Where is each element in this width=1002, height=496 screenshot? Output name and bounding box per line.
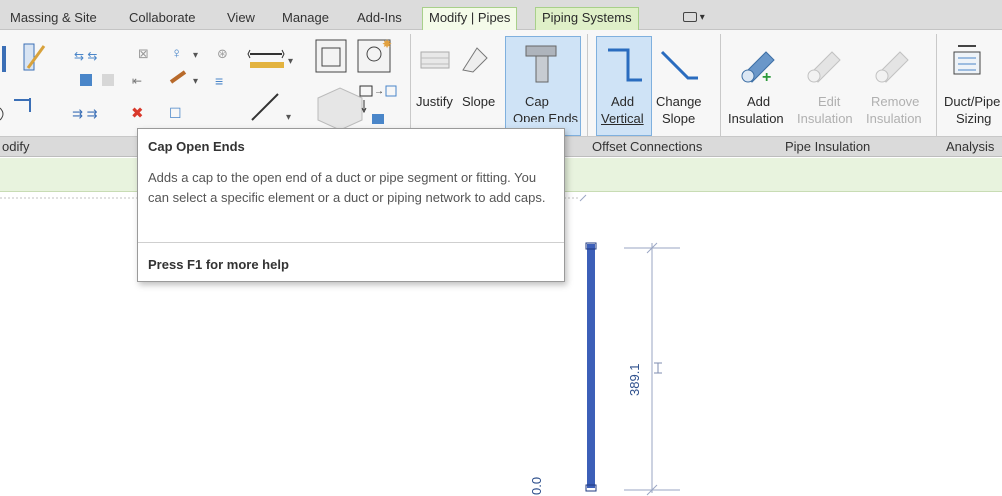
svg-text:+: + bbox=[762, 69, 771, 84]
duct-pipe-sizing-icon[interactable] bbox=[952, 42, 992, 82]
svg-text:▾: ▾ bbox=[193, 76, 198, 87]
svg-text:☐: ☐ bbox=[169, 105, 182, 121]
remove-insulation-label-line2[interactable]: Insulation bbox=[866, 110, 922, 127]
add-insulation-label-line1[interactable]: Add bbox=[747, 93, 770, 110]
tooltip-body: Adds a cap to the open end of a duct or … bbox=[148, 170, 546, 205]
pipe-segment bbox=[587, 244, 595, 488]
duct-sizing-label-line2[interactable]: Sizing bbox=[956, 110, 991, 127]
panel-separator bbox=[587, 34, 588, 154]
change-slope-label-line2[interactable]: Slope bbox=[662, 110, 695, 127]
slope-button[interactable]: Slope bbox=[462, 93, 495, 110]
change-slope-label-line1[interactable]: Change bbox=[656, 93, 702, 110]
add-insulation-icon[interactable]: + bbox=[740, 44, 780, 84]
remove-insulation-label-line1[interactable]: Remove bbox=[871, 93, 919, 110]
svg-text:✸: ✸ bbox=[382, 37, 392, 51]
svg-text:≡: ≡ bbox=[215, 73, 223, 89]
edit-insulation-icon[interactable] bbox=[806, 44, 846, 84]
cap-label-line2: Open Ends bbox=[513, 111, 579, 122]
tooltip-help: Press F1 for more help bbox=[148, 257, 289, 272]
justify-slope-icons[interactable] bbox=[415, 42, 497, 84]
tab-massing-site[interactable]: Massing & Site bbox=[4, 8, 103, 30]
tooltip-divider bbox=[138, 242, 564, 243]
add-insulation-label-line2[interactable]: Insulation bbox=[728, 110, 784, 127]
svg-text:⇉ ⇉: ⇉ ⇉ bbox=[72, 106, 98, 121]
change-slope-icon[interactable] bbox=[658, 44, 702, 88]
svg-text:⇤: ⇤ bbox=[132, 74, 142, 88]
svg-text:⊛: ⊛ bbox=[217, 46, 228, 61]
svg-text:→: → bbox=[374, 86, 384, 97]
justify-button[interactable]: Justify bbox=[416, 93, 453, 110]
svg-text:⇆ ⇆: ⇆ ⇆ bbox=[74, 49, 97, 63]
svg-text:▾: ▾ bbox=[193, 50, 198, 61]
tab-view[interactable]: View bbox=[221, 8, 261, 30]
tab-modify-pipes[interactable]: Modify | Pipes bbox=[422, 7, 518, 30]
panel-separator bbox=[720, 34, 721, 154]
measure-icons[interactable]: ▾ ▾ bbox=[246, 36, 301, 131]
tab-add-ins[interactable]: Add-Ins bbox=[351, 8, 408, 30]
svg-text:⊠: ⊠ bbox=[138, 46, 149, 61]
modify-tools-icons-2[interactable]: ♀ ▾ ⊛ ▾ ≡ ☐ bbox=[165, 38, 245, 128]
svg-text:✖: ✖ bbox=[131, 105, 144, 122]
ribbon-display-toggle-icon[interactable]: ▾ bbox=[683, 12, 709, 26]
elevation-value[interactable]: 0.0 bbox=[529, 477, 544, 495]
cap-label-line1: Cap bbox=[525, 94, 549, 109]
panel-title-pipe-insulation[interactable]: Pipe Insulation bbox=[785, 139, 870, 155]
add-vertical-label-line2: Vertical bbox=[601, 111, 644, 126]
edit-insulation-label-line2[interactable]: Insulation bbox=[797, 110, 853, 127]
tab-manage[interactable]: Manage bbox=[276, 8, 335, 30]
panel-separator bbox=[936, 34, 937, 154]
panel-title-analysis[interactable]: Analysis bbox=[946, 139, 994, 155]
add-vertical-icon bbox=[608, 48, 642, 82]
tab-collaborate[interactable]: Collaborate bbox=[123, 8, 202, 30]
ribbon: ⇆ ⇆ ⊠ ⇤ ⇉ ⇉ ✖ ♀ ▾ ⊛ ▾ ≡ ☐ ▾ ▾ ✸ → Justif… bbox=[0, 30, 1002, 137]
panel-title-modify[interactable]: odify bbox=[2, 139, 29, 155]
tab-piping-systems[interactable]: Piping Systems bbox=[535, 7, 639, 30]
create-view-icons[interactable]: ✸ → bbox=[312, 34, 407, 134]
tooltip-cap-open-ends: Cap Open Ends Adds a cap to the open end… bbox=[137, 128, 565, 282]
modify-tools-icons[interactable]: ⇆ ⇆ ⊠ ⇤ ⇉ ⇉ ✖ bbox=[0, 38, 160, 128]
add-vertical-label-line1: Add bbox=[611, 94, 635, 109]
ribbon-tab-bar: Massing & Site Collaborate View Manage A… bbox=[0, 0, 1002, 30]
svg-text:♀: ♀ bbox=[171, 45, 182, 62]
svg-text:▾: ▾ bbox=[288, 56, 293, 67]
tooltip-title: Cap Open Ends bbox=[148, 139, 245, 154]
panel-title-offset-connections[interactable]: Offset Connections bbox=[592, 139, 702, 155]
svg-text:▾: ▾ bbox=[286, 112, 291, 123]
dimension-value[interactable]: 389.1 bbox=[627, 363, 642, 396]
edit-insulation-label-line1[interactable]: Edit bbox=[818, 93, 840, 110]
remove-insulation-icon[interactable] bbox=[874, 44, 914, 84]
cap-icon bbox=[525, 45, 557, 83]
duct-sizing-label-line1[interactable]: Duct/Pipe bbox=[944, 93, 1000, 110]
